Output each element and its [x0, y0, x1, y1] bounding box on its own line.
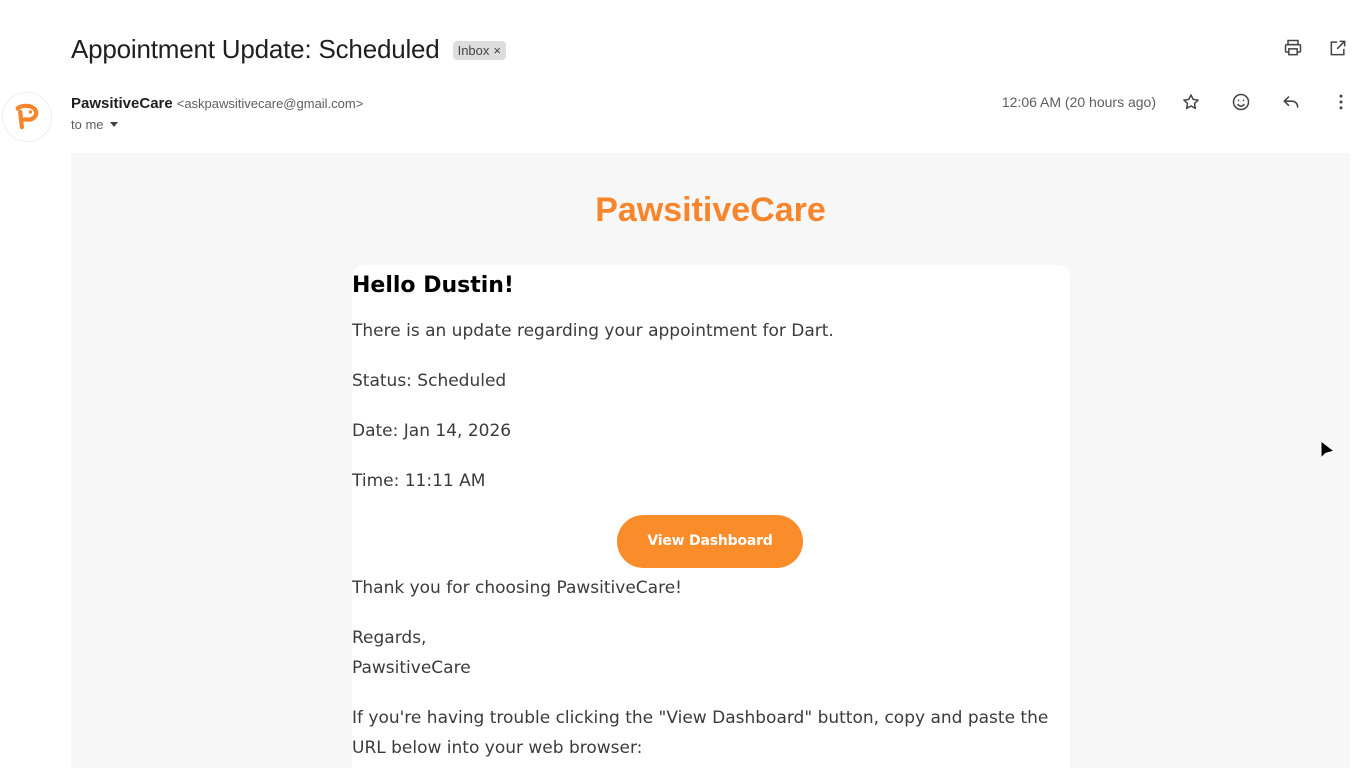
remove-label-icon[interactable]: ×: [493, 43, 501, 58]
inbox-label-chip[interactable]: Inbox ×: [452, 40, 506, 60]
status-text: Status: Scheduled: [352, 371, 507, 391]
message-meta: 12:06 AM (20 hours ago): [1002, 91, 1352, 113]
more-vert-icon[interactable]: [1330, 91, 1352, 113]
open-in-new-window-icon[interactable]: [1327, 37, 1349, 59]
date-text: Date: Jan 14, 2026: [352, 421, 512, 441]
thanks-text: Thank you for choosing PawsitiveCare!: [352, 578, 682, 598]
reply-icon[interactable]: [1280, 91, 1302, 113]
inbox-label-text: Inbox: [457, 42, 490, 58]
time-text: Time: 11:11 AM: [352, 471, 486, 491]
chevron-down-icon: [109, 122, 118, 127]
recipient-text: to me: [71, 117, 104, 132]
brand-header: PawsitiveCare: [595, 191, 826, 229]
email-subject: Appointment Update: Scheduled: [71, 33, 440, 64]
mouse-cursor-icon: [1320, 440, 1336, 460]
trouble-text: If you're having trouble clicking the "V…: [352, 708, 1049, 758]
regards-block: Regards, PawsitiveCare: [352, 623, 1070, 683]
sender-email: <askpawsitivecare@gmail.com>: [176, 96, 364, 111]
print-icon[interactable]: [1282, 37, 1304, 59]
greeting: Hello Dustin!: [352, 273, 514, 298]
signature-text: PawsitiveCare: [352, 658, 471, 678]
top-actions: [1282, 37, 1349, 59]
sender-name[interactable]: PawsitiveCare: [71, 95, 173, 112]
sender-avatar[interactable]: [2, 92, 52, 142]
sender-block: PawsitiveCare <askpawsitivecare@gmail.co…: [71, 95, 363, 132]
message-timestamp: 12:06 AM (20 hours ago): [1001, 94, 1156, 110]
email-card: Hello Dustin! There is an update regardi…: [352, 265, 1070, 768]
star-icon[interactable]: [1180, 91, 1202, 113]
email-view: Appointment Update: Scheduled Inbox × Pa…: [0, 0, 1366, 768]
view-dashboard-button[interactable]: View Dashboard: [617, 515, 803, 568]
recipient-details-toggle[interactable]: to me: [71, 117, 363, 132]
regards-text: Regards,: [352, 628, 427, 648]
email-body: PawsitiveCare Hello Dustin! There is an …: [71, 153, 1350, 768]
pawsitivecare-logo-icon: [15, 103, 39, 130]
intro-text: There is an update regarding your appoin…: [352, 321, 834, 341]
subject-row: Appointment Update: Scheduled Inbox ×: [71, 31, 506, 67]
emoji-reaction-icon[interactable]: [1230, 91, 1252, 113]
